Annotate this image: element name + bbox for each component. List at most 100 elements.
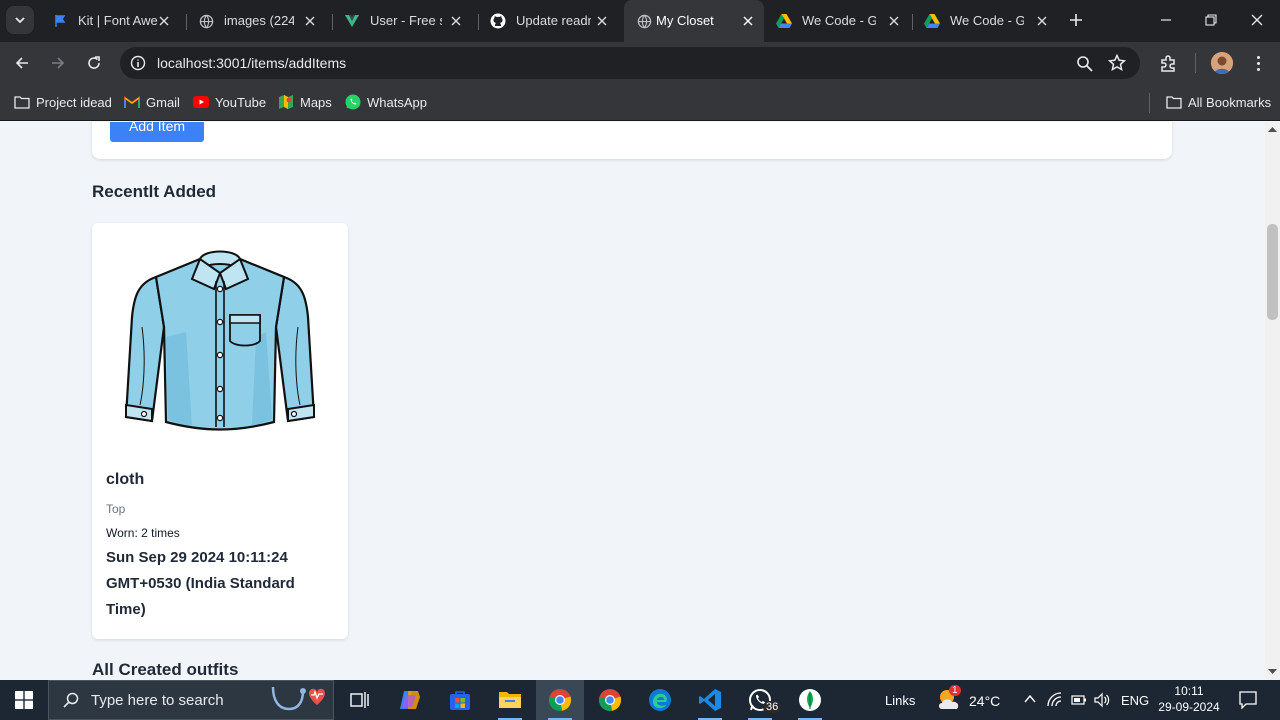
copilot-icon bbox=[400, 691, 420, 709]
store-button[interactable] bbox=[436, 680, 484, 720]
extensions-puzzle-icon[interactable] bbox=[1158, 52, 1180, 74]
links-toolbar[interactable]: Links bbox=[885, 693, 915, 708]
reload-button[interactable] bbox=[82, 52, 106, 74]
doctors-day-icon bbox=[271, 686, 325, 711]
language-indicator[interactable]: ENG bbox=[1121, 693, 1149, 708]
google-drive-icon bbox=[924, 13, 940, 29]
battery-icon[interactable] bbox=[1071, 694, 1087, 706]
clock-time: 10:11 bbox=[1174, 684, 1204, 698]
tab-title: My Closet bbox=[656, 13, 714, 28]
bookmark-gmail[interactable]: Gmail bbox=[124, 92, 180, 112]
tab-strip: Kit | Font Awe images (224× User - Free … bbox=[0, 0, 1280, 42]
all-bookmarks-button[interactable]: All Bookmarks bbox=[1166, 92, 1271, 112]
tab-title: images (224× bbox=[224, 13, 294, 28]
forward-button[interactable] bbox=[46, 52, 70, 74]
restore-icon bbox=[1205, 14, 1217, 26]
close-icon[interactable] bbox=[740, 13, 756, 29]
scroll-down-arrow-icon[interactable] bbox=[1268, 668, 1277, 675]
volume-icon[interactable] bbox=[1094, 692, 1110, 708]
info-icon[interactable] bbox=[130, 55, 146, 71]
tab-we-code-1[interactable]: We Code - Go bbox=[764, 6, 913, 36]
add-item-button[interactable]: Add Item bbox=[110, 122, 204, 142]
chrome-button-active[interactable] bbox=[536, 680, 584, 720]
add-item-form-card: Add Item bbox=[92, 122, 1172, 159]
tab-font-awesome[interactable]: Kit | Font Awe bbox=[40, 6, 187, 36]
restore-button[interactable] bbox=[1200, 10, 1222, 30]
outfits-section-title: All Created outfits bbox=[92, 660, 239, 679]
bookmark-whatsapp[interactable]: WhatsApp bbox=[345, 92, 427, 112]
bookmark-maps[interactable]: Maps bbox=[278, 92, 332, 112]
clock-date: 29-09-2024 bbox=[1158, 700, 1220, 714]
tab-user-free[interactable]: User - Free so bbox=[332, 6, 479, 36]
gmail-icon bbox=[124, 94, 140, 110]
tab-search-button[interactable] bbox=[6, 6, 34, 34]
chrome-icon bbox=[548, 689, 572, 711]
scroll-thumb[interactable] bbox=[1267, 224, 1278, 320]
close-icon[interactable] bbox=[156, 13, 172, 29]
taskbar-search[interactable]: Type here to search bbox=[48, 680, 334, 720]
close-icon[interactable] bbox=[448, 13, 464, 29]
close-icon[interactable] bbox=[886, 13, 902, 29]
tab-github[interactable]: Update readm bbox=[478, 6, 624, 36]
scroll-up-arrow-icon[interactable] bbox=[1268, 126, 1277, 133]
tab-my-closet[interactable]: My Closet bbox=[624, 0, 764, 42]
notification-icon[interactable] bbox=[1239, 691, 1257, 709]
folder-icon bbox=[1166, 94, 1182, 110]
bookmark-youtube[interactable]: YouTube bbox=[193, 92, 266, 112]
file-explorer-button[interactable] bbox=[486, 680, 534, 720]
bookmark-label: Maps bbox=[300, 94, 332, 110]
bookmark-label: WhatsApp bbox=[367, 94, 427, 110]
google-drive-icon bbox=[776, 13, 792, 29]
close-window-button[interactable] bbox=[1246, 10, 1268, 30]
zoom-icon[interactable] bbox=[1076, 55, 1094, 73]
task-view-icon bbox=[350, 692, 369, 708]
browser-menu-button[interactable] bbox=[1250, 52, 1266, 74]
weather-widget[interactable]: 1 bbox=[936, 685, 964, 713]
vscode-button[interactable] bbox=[686, 680, 734, 720]
globe-icon bbox=[198, 13, 214, 29]
close-icon[interactable] bbox=[594, 13, 610, 29]
clock[interactable]: 10:11 29-09-2024 bbox=[1156, 684, 1222, 714]
folder-icon bbox=[499, 692, 521, 708]
arrow-right-icon bbox=[52, 57, 65, 69]
item-worn-count: Worn: 2 times bbox=[106, 526, 180, 540]
back-button[interactable] bbox=[10, 52, 34, 74]
bookmark-star-icon[interactable] bbox=[1108, 54, 1126, 72]
address-bar[interactable]: localhost:3001/items/addItems bbox=[120, 47, 1140, 79]
minimize-button[interactable] bbox=[1155, 10, 1177, 30]
minimize-icon bbox=[1161, 19, 1171, 21]
chevron-up-icon[interactable] bbox=[1024, 694, 1036, 704]
item-category: Top bbox=[106, 502, 126, 516]
chrome-icon bbox=[598, 689, 622, 711]
github-icon bbox=[490, 13, 506, 29]
close-icon[interactable] bbox=[1034, 13, 1050, 29]
tab-we-code-2[interactable]: We Code - Go bbox=[912, 6, 1060, 36]
tab-images[interactable]: images (224× bbox=[186, 6, 333, 36]
copilot-button[interactable] bbox=[386, 680, 434, 720]
wifi-icon[interactable] bbox=[1047, 692, 1063, 708]
shirt-image bbox=[124, 250, 316, 431]
tab-title: We Code - Go bbox=[950, 13, 1024, 28]
new-tab-button[interactable] bbox=[1066, 10, 1086, 30]
chrome-button[interactable] bbox=[586, 680, 634, 720]
start-button[interactable] bbox=[0, 680, 48, 720]
weather-temperature[interactable]: 24°C bbox=[969, 693, 1000, 709]
page-scrollbar[interactable] bbox=[1265, 122, 1280, 680]
bookmark-label: Project idead bbox=[36, 94, 112, 110]
bookmark-label: YouTube bbox=[215, 94, 267, 110]
mongodb-compass-button[interactable] bbox=[786, 680, 834, 720]
vscode-icon bbox=[699, 689, 721, 711]
close-icon[interactable] bbox=[302, 13, 318, 29]
folder-icon bbox=[14, 94, 30, 110]
whatsapp-taskbar-button[interactable]: 36 bbox=[736, 680, 784, 720]
close-icon bbox=[1251, 14, 1263, 26]
item-card[interactable]: cloth Top Worn: 2 times Sun Sep 29 2024 … bbox=[92, 223, 348, 639]
page-content: Add Item Recentlt Added cloth Top Worn: … bbox=[0, 122, 1265, 680]
tab-title: Update readm bbox=[516, 13, 591, 28]
youtube-icon bbox=[193, 94, 209, 110]
task-view-button[interactable] bbox=[336, 680, 384, 720]
profile-avatar[interactable] bbox=[1211, 52, 1233, 74]
bookmark-project-idead[interactable]: Project idead bbox=[14, 92, 112, 112]
edge-button[interactable] bbox=[636, 680, 684, 720]
url-text[interactable]: localhost:3001/items/addItems bbox=[157, 55, 346, 71]
